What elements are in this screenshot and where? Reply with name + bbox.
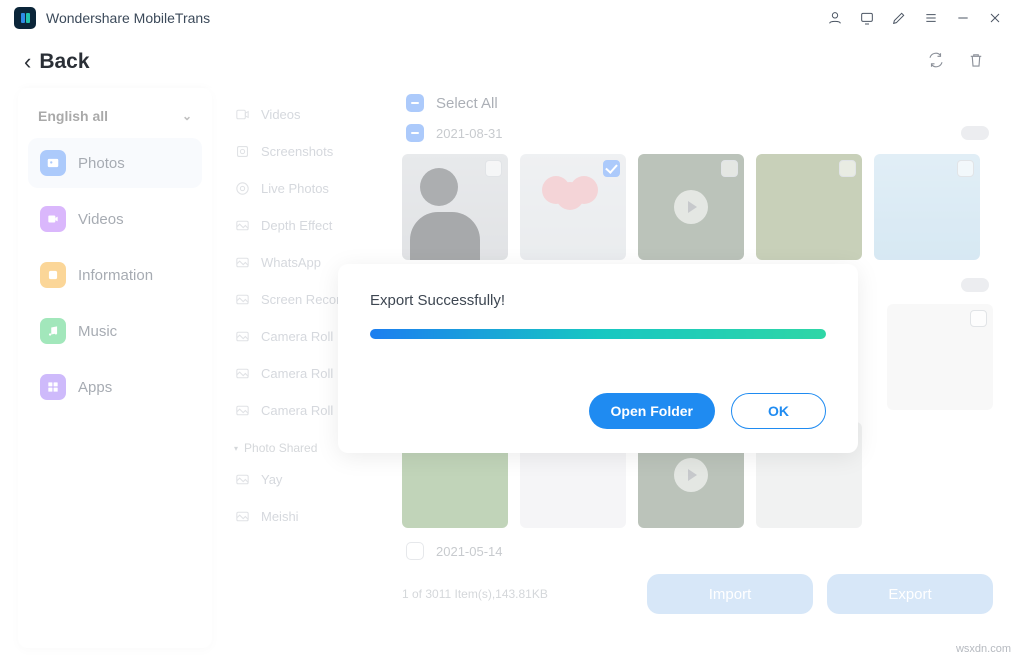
watermark: wsxdn.com	[956, 643, 1011, 655]
user-icon[interactable]	[827, 10, 843, 26]
minimize-icon[interactable]	[955, 10, 971, 26]
trash-icon[interactable]	[967, 51, 985, 74]
hamburger-icon[interactable]	[923, 10, 939, 26]
back-label[interactable]: Back	[39, 50, 89, 74]
back-chevron-icon[interactable]: ‹	[24, 51, 31, 73]
open-folder-label: Open Folder	[611, 403, 693, 419]
app-title: Wondershare MobileTrans	[46, 10, 210, 26]
edit-icon[interactable]	[891, 10, 907, 26]
titlebar: Wondershare MobileTrans	[0, 0, 1017, 36]
progress-bar	[370, 329, 826, 339]
app-logo	[14, 7, 36, 29]
refresh-icon[interactable]	[927, 51, 945, 74]
feedback-icon[interactable]	[859, 10, 875, 26]
ok-label: OK	[768, 403, 789, 419]
close-icon[interactable]	[987, 10, 1003, 26]
modal-title: Export Successfully!	[370, 292, 826, 309]
export-success-modal: Export Successfully! Open Folder OK	[338, 264, 858, 453]
open-folder-button[interactable]: Open Folder	[589, 393, 715, 429]
back-bar: ‹ Back	[0, 36, 1017, 88]
ok-button[interactable]: OK	[731, 393, 826, 429]
